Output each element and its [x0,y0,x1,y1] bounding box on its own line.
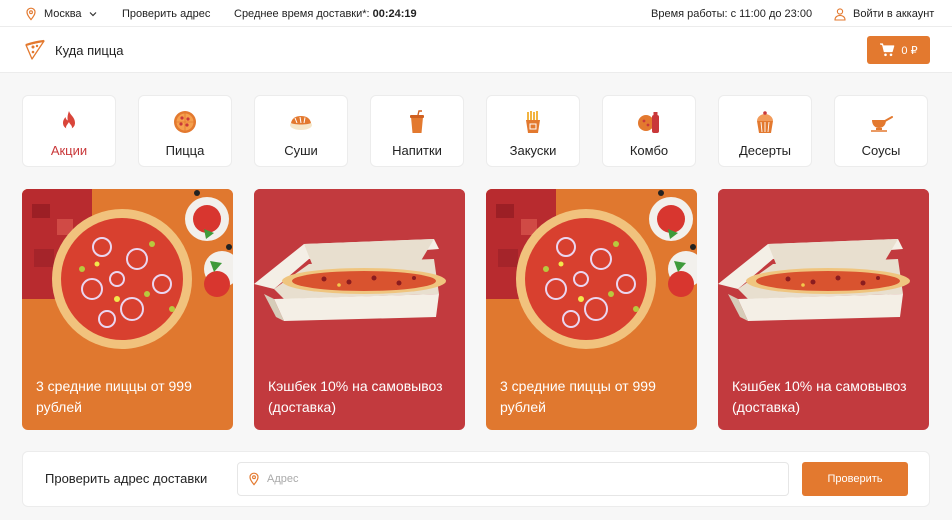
sauce-icon [871,116,893,132]
address-check-label: Проверить адрес доставки [45,471,208,486]
category-label: Акции [50,143,88,158]
pizza-image [486,189,697,359]
promo-text: Кэшбек 10% на самовывоз (доставка) [268,378,443,415]
promo-card-cashback[interactable]: Кэшбек 10% на самовывоз (доставка) [718,189,929,430]
header: Куда пицца 0 ₽ [0,27,952,73]
cupcake-icon [757,111,773,133]
pizza-box-image [718,189,929,359]
category-combo[interactable]: Комбо [602,95,696,167]
user-icon [834,7,846,21]
category-desserts[interactable]: Десерты [718,95,812,167]
city-label: Москва [44,7,82,20]
category-drinks[interactable]: Напитки [370,95,464,167]
category-label: Пицца [165,143,205,158]
drink-icon [410,110,424,133]
category-label: Десерты [738,143,791,158]
logo[interactable]: Куда пицца [23,38,124,62]
cart-button[interactable]: 0 ₽ [867,36,930,64]
promo-card-pizza[interactable]: 3 средние пиццы от 999 рублей [486,189,697,430]
address-input[interactable] [267,473,767,485]
avg-delivery-label: Среднее время доставки*: [234,7,370,20]
pizza-slice-logo-icon [25,39,45,60]
pizza-icon [174,111,196,133]
promo-card-cashback[interactable]: Кэшбек 10% на самовывоз (доставка) [254,189,465,430]
average-delivery-time: Среднее время доставки*: 00:24:19 [234,0,417,27]
category-label: Закуски [509,143,557,158]
category-sauces[interactable]: Соусы [834,95,928,167]
category-label: Суши [284,143,318,158]
category-promotions[interactable]: Акции [22,95,116,167]
category-label: Комбо [629,143,669,158]
check-address-link[interactable]: Проверить адрес [122,0,210,27]
promo-text: Кэшбек 10% на самовывоз (доставка) [732,378,907,415]
category-label: Соусы [861,143,901,158]
combo-icon [638,112,659,133]
logo-text: Куда пицца [55,42,124,58]
top-bar: Москва Проверить адрес Среднее время дос… [0,0,952,27]
location-pin-icon [249,472,259,486]
check-address-button[interactable]: Проверить [802,462,908,496]
address-field[interactable] [237,462,789,496]
fire-icon [63,111,75,131]
avg-delivery-value: 00:24:19 [372,7,417,20]
promo-text: 3 средние пиццы от 999 рублей [36,378,192,415]
city-selector[interactable]: Москва [24,0,98,27]
address-check-panel: Проверить адрес доставки Проверить [22,451,930,507]
login-link[interactable]: Войти в аккаунт [833,0,934,27]
promo-card-pizza[interactable]: 3 средние пиццы от 999 рублей [22,189,233,430]
category-sushi[interactable]: Суши [254,95,348,167]
promo-text: 3 средние пиццы от 999 рублей [500,378,656,415]
cart-total: 0 ₽ [901,44,918,57]
pizza-image [22,189,233,359]
category-pizza[interactable]: Пицца [138,95,232,167]
work-hours: Время работы: с 11:00 до 23:00 [651,7,813,20]
cart-icon [880,43,895,57]
category-label: Напитки [392,143,442,158]
chevron-down-icon [89,11,96,16]
sushi-icon [290,116,312,130]
login-label: Войти в аккаунт [853,7,935,20]
location-pin-icon [26,7,36,21]
fries-icon [526,111,540,133]
category-snacks[interactable]: Закуски [486,95,580,167]
pizza-box-image [254,189,465,359]
